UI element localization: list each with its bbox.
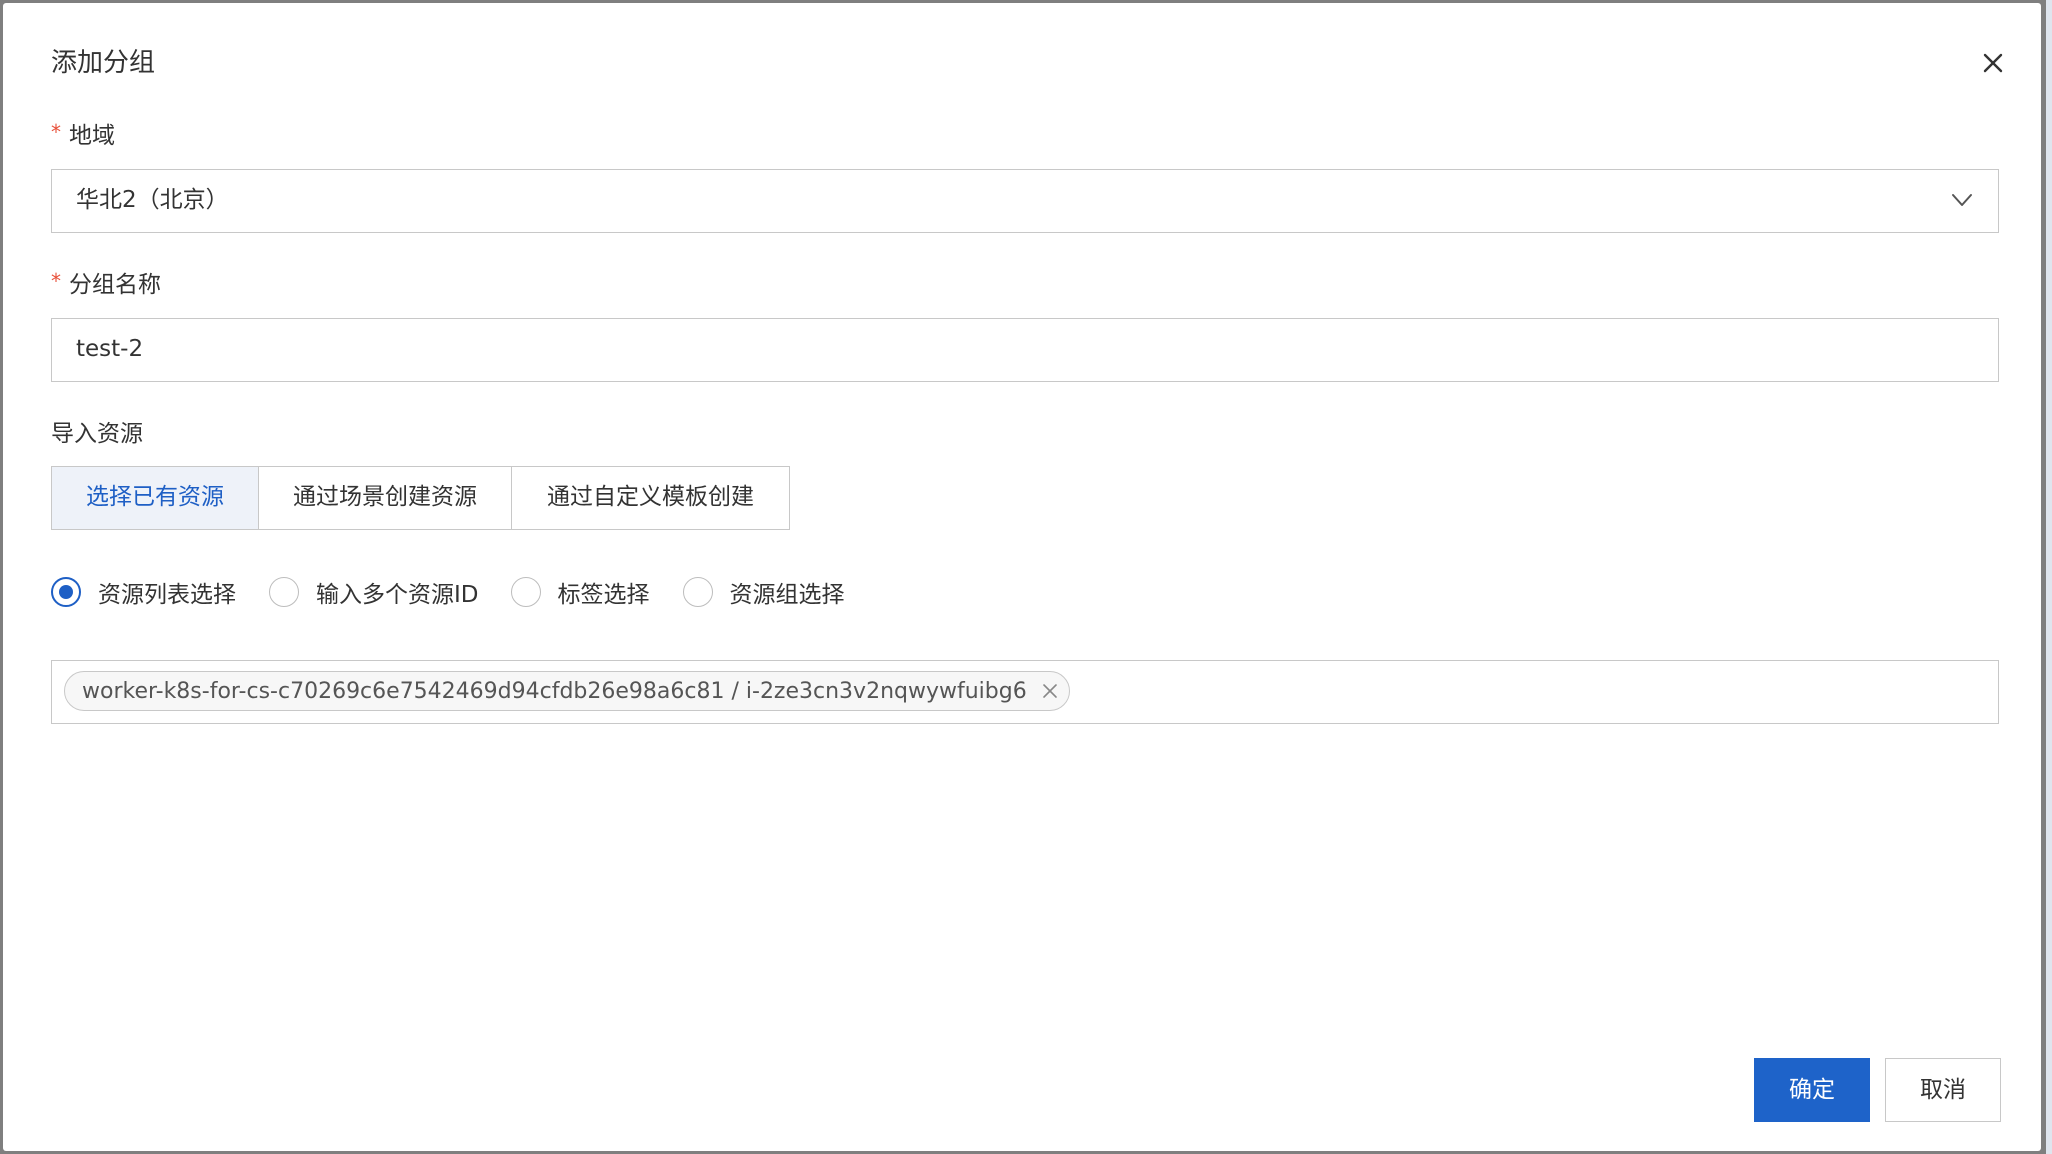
chevron-down-icon [1948,186,1976,214]
region-select[interactable]: 华北2（北京） [51,169,1999,233]
resource-tag: worker-k8s-for-cs-c70269c6e7542469d94cfd… [64,671,1070,711]
radio-label: 资源组选择 [729,582,845,608]
required-mark: * [51,269,61,293]
radio-unchecked-icon [682,577,713,607]
import-resources-label: 导入资源 [51,421,143,447]
selected-resources-input[interactable]: worker-k8s-for-cs-c70269c6e7542469d94cfd… [51,660,1999,724]
group-name-label-text: 分组名称 [69,272,161,298]
close-icon [1983,53,2003,73]
radio-checked-icon [51,577,81,607]
radio-label: 资源列表选择 [98,582,236,608]
remove-tag-button[interactable] [1039,680,1061,702]
selection-mode-radio-group: 资源列表选择 输入多个资源ID 标签选择 资源组选择 [51,574,845,610]
radio-resource-list[interactable]: 资源列表选择 [51,575,236,609]
required-mark: * [51,120,61,144]
radio-unchecked-icon [510,577,541,607]
radio-tag-selection[interactable]: 标签选择 [510,575,650,609]
dialog-title: 添加分组 [51,48,156,78]
region-select-value: 华北2（北京） [76,187,229,213]
resource-tag-label: worker-k8s-for-cs-c70269c6e7542469d94cfd… [82,678,1027,704]
group-name-label: * 分组名称 [51,269,161,301]
close-icon [1042,684,1057,698]
tab-create-by-custom-template[interactable]: 通过自定义模板创建 [511,466,790,530]
close-button[interactable] [1973,43,2013,83]
radio-label: 输入多个资源ID [316,582,479,608]
cancel-button[interactable]: 取消 [1885,1058,2001,1122]
radio-unchecked-icon [269,577,299,607]
import-method-tabs: 选择已有资源 通过场景创建资源 通过自定义模板创建 [51,466,790,530]
group-name-input-value: test-2 [76,336,144,362]
region-label-text: 地域 [69,123,115,149]
region-label: * 地域 [51,120,115,152]
radio-multiple-resource-ids[interactable]: 输入多个资源ID [269,575,479,609]
add-group-dialog: 添加分组 * 地域 华北2（北京） * 分组名称 test-2 导入资源 选择已有资… [3,3,2041,1151]
confirm-button[interactable]: 确定 [1754,1058,1870,1122]
tab-create-by-scenario[interactable]: 通过场景创建资源 [257,466,513,530]
radio-resource-group[interactable]: 资源组选择 [682,575,845,609]
tab-select-existing-resources[interactable]: 选择已有资源 [51,466,259,530]
group-name-input[interactable]: test-2 [51,318,1999,382]
background-page-edge [2046,0,2052,1154]
radio-label: 标签选择 [557,582,650,608]
